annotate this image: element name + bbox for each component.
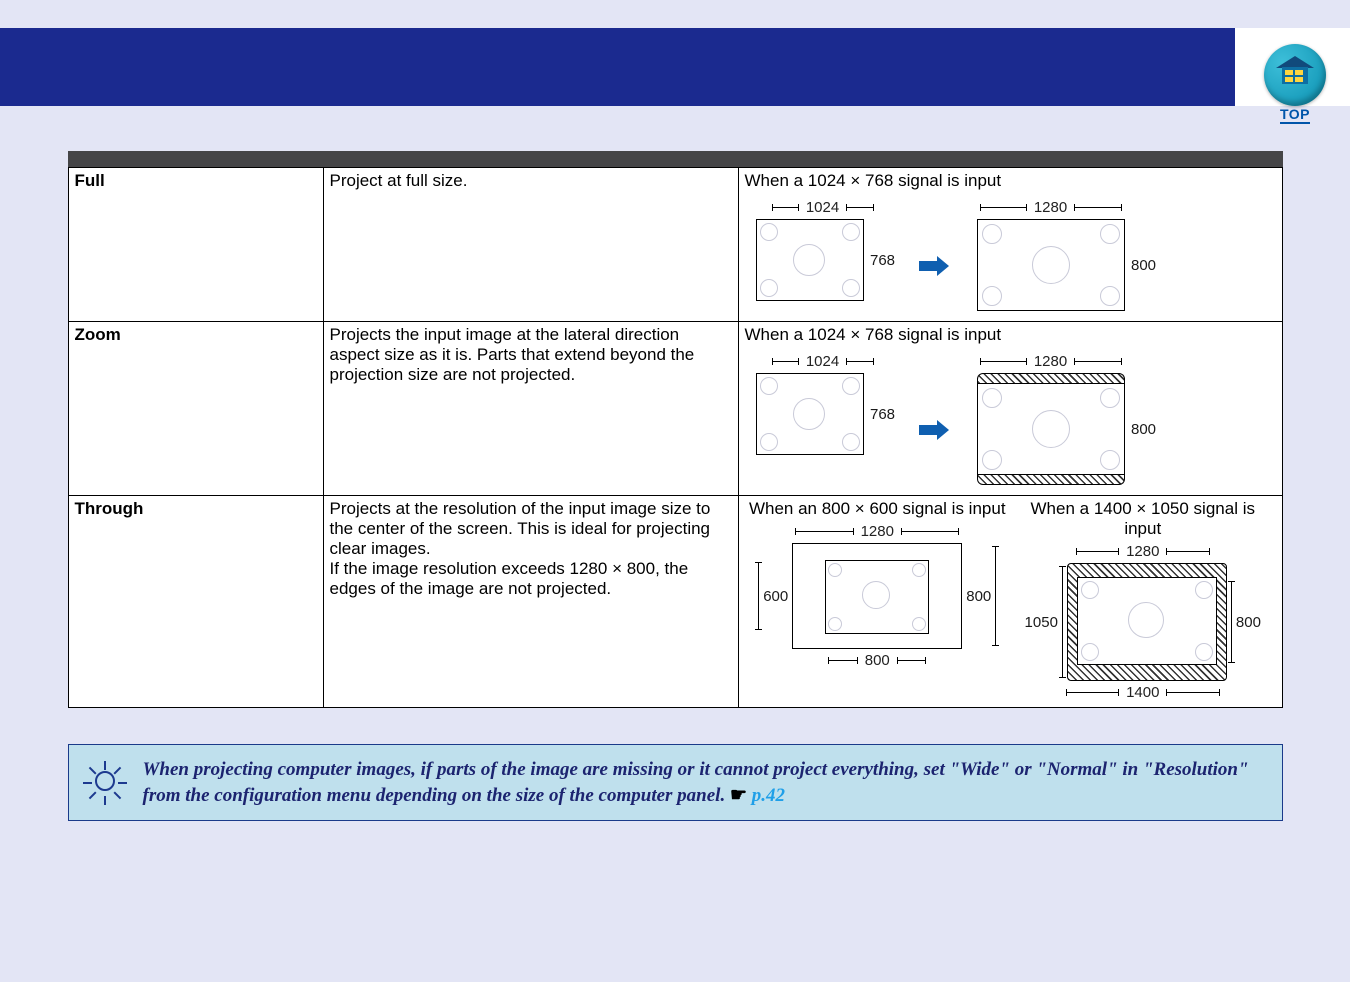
- diagram-heading: When a 1400 × 1050 signal is input: [1010, 499, 1276, 539]
- table-row: Through Projects at the resolution of th…: [68, 496, 1282, 708]
- dim-label: 1280: [1030, 353, 1071, 370]
- lightbulb-icon: [83, 761, 127, 805]
- tip-text: When projecting computer images, if part…: [143, 757, 1268, 808]
- dim-label: 1024: [802, 199, 843, 216]
- mode-desc-cell: Project at full size.: [323, 168, 738, 322]
- diagram-box: [977, 219, 1125, 311]
- dim-label: 800: [1236, 614, 1261, 631]
- diagram-box: [756, 219, 864, 301]
- dim-label: 768: [870, 406, 895, 423]
- mode-diagram-cell: When a 1024 × 768 signal is input 1024: [738, 168, 1282, 322]
- dim-label: 768: [870, 252, 895, 269]
- diagram-heading: When a 1024 × 768 signal is input: [745, 171, 1276, 191]
- mode-diagram-cell: When an 800 × 600 signal is input 1280 6…: [738, 496, 1282, 708]
- dim-label: 800: [861, 652, 894, 669]
- aspect-modes-table: Full Project at full size. When a 1024 ×…: [68, 167, 1283, 708]
- diagram-box: [756, 373, 864, 455]
- table-row: Zoom Projects the input image at the lat…: [68, 322, 1282, 496]
- header-banner: TOP: [0, 28, 1350, 113]
- mode-diagram-cell: When a 1024 × 768 signal is input 1024: [738, 322, 1282, 496]
- mode-desc-cell: Projects at the resolution of the input …: [323, 496, 738, 708]
- dim-label: 600: [763, 588, 788, 605]
- dim-label: 1400: [1122, 684, 1163, 701]
- dim-label: 1280: [1122, 543, 1163, 560]
- banner-white-block: TOP: [1235, 28, 1350, 106]
- dim-label: 1050: [1025, 614, 1058, 631]
- table-row: Full Project at full size. When a 1024 ×…: [68, 168, 1282, 322]
- main-content: Full Project at full size. When a 1024 ×…: [68, 151, 1283, 708]
- dim-label: 1280: [857, 523, 898, 540]
- mode-desc-cell: Projects the input image at the lateral …: [323, 322, 738, 496]
- arrow-right-icon: [919, 421, 949, 439]
- arrow-right-icon: [919, 257, 949, 275]
- dim-label: 1024: [802, 353, 843, 370]
- top-home-link[interactable]: TOP: [1264, 44, 1326, 106]
- dim-label: 800: [1131, 257, 1156, 274]
- mode-name-cell: Zoom: [68, 322, 323, 496]
- banner-blue-stripe: [0, 28, 1235, 106]
- dim-label: 1280: [1030, 199, 1071, 216]
- table-header-strip: [68, 151, 1283, 167]
- dim-label: 800: [966, 588, 991, 605]
- pointer-hand-icon: ☛: [730, 785, 747, 806]
- mode-name-cell: Full: [68, 168, 323, 322]
- dim-label: 800: [1131, 421, 1156, 438]
- diagram-heading: When a 1024 × 768 signal is input: [745, 325, 1276, 345]
- page-link[interactable]: p.42: [752, 785, 785, 806]
- top-label: TOP: [1264, 106, 1326, 122]
- mode-name-cell: Through: [68, 496, 323, 708]
- home-icon: [1264, 44, 1326, 106]
- diagram-box: [792, 543, 962, 649]
- diagram-box-zoom: [977, 373, 1125, 485]
- tip-callout: When projecting computer images, if part…: [68, 744, 1283, 821]
- diagram-heading: When an 800 × 600 signal is input: [745, 499, 1011, 519]
- diagram-box-through-large: [1067, 563, 1227, 681]
